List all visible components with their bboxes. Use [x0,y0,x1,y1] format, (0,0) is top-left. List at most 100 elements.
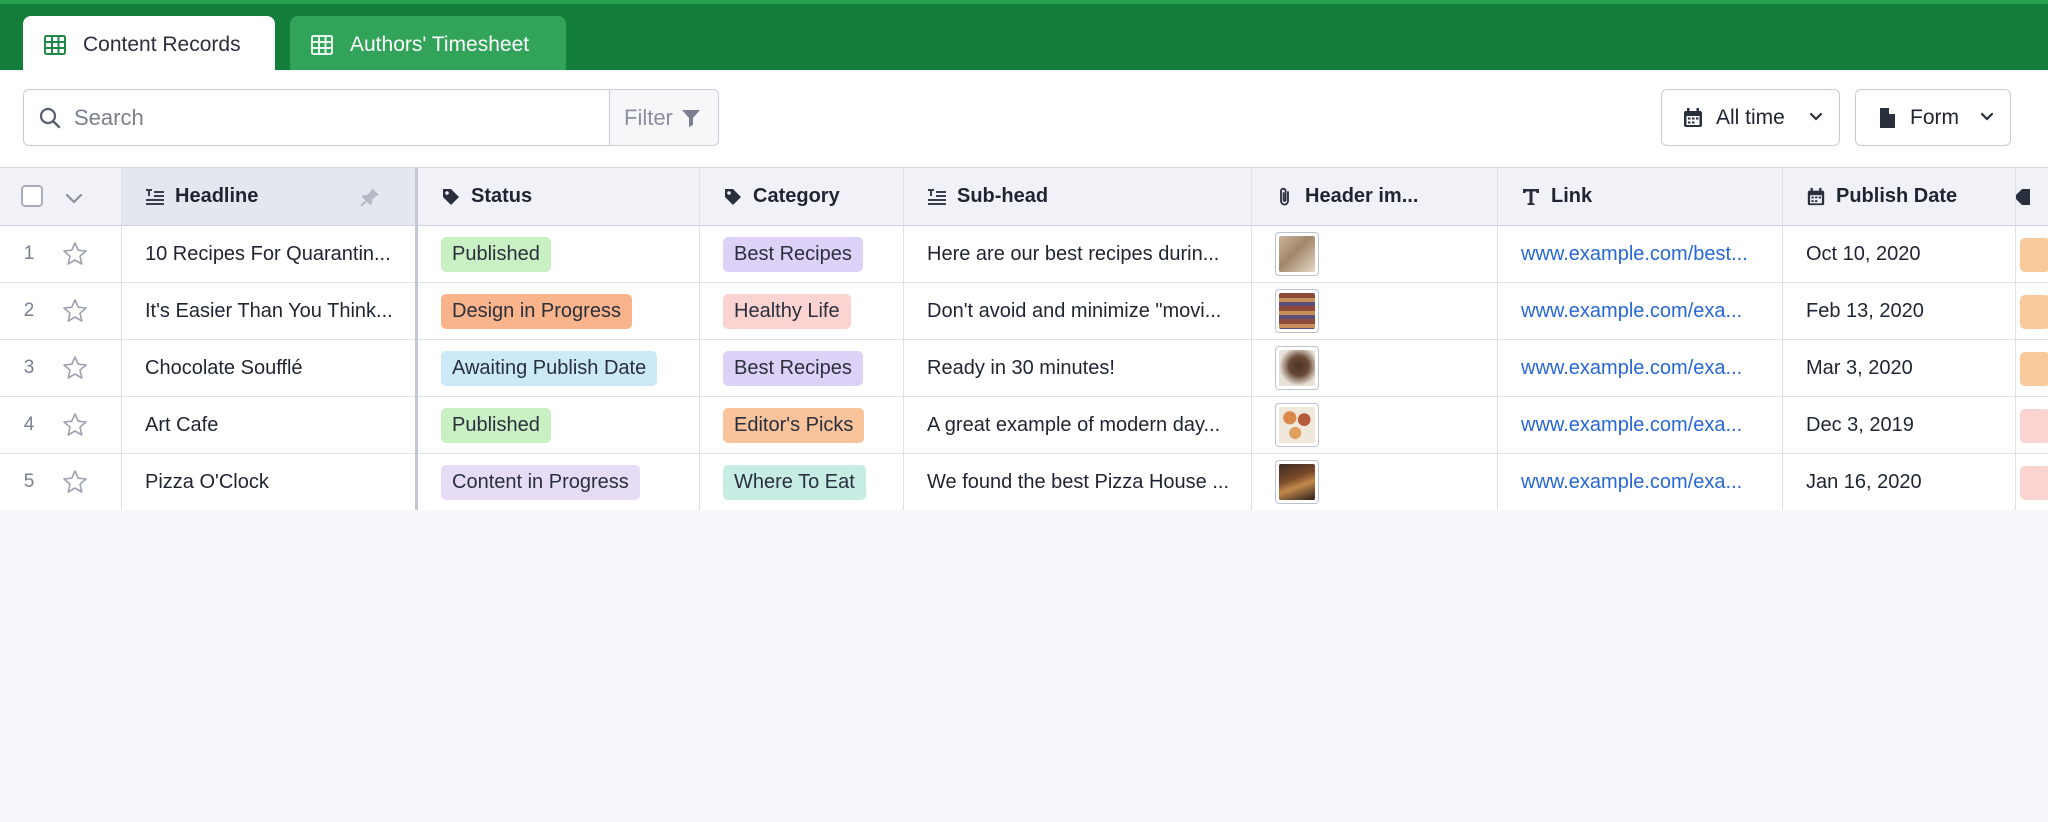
column-header-header-image[interactable]: Header im... [1252,168,1498,225]
table-icon [311,35,333,55]
status-cell[interactable]: Published [418,397,700,453]
subhead-cell[interactable]: Here are our best recipes durin... [904,226,1252,282]
status-cell[interactable]: Published [418,226,700,282]
text-type-icon [1523,188,1539,205]
header-image-cell[interactable] [1252,340,1498,396]
status-badge: Awaiting Publish Date [441,350,658,386]
subhead-cell[interactable]: We found the best Pizza House ... [904,454,1252,510]
category-badge: Editor's Picks [723,407,865,443]
category-cell[interactable]: Best Recipes [700,340,904,396]
calendar-icon [1684,107,1702,127]
toolbar: Filter All time Form [0,70,2048,167]
publish-date-cell[interactable]: Dec 3, 2019 [1783,397,2016,453]
select-all-checkbox[interactable] [21,185,43,207]
link-text[interactable]: www.example.com/exa... [1521,414,1760,437]
tab-content-records[interactable]: Content Records [23,16,275,74]
publish-date-cell[interactable]: Jan 16, 2020 [1783,454,2016,510]
star-icon[interactable] [62,355,88,381]
column-header-subhead[interactable]: Sub-head [904,168,1252,225]
status-badge: Design in Progress [441,293,632,329]
next-column-cell[interactable] [2016,226,2048,282]
form-label: Form [1910,105,1959,129]
status-cell[interactable]: Awaiting Publish Date [418,340,700,396]
row-select-cell: 4 [0,397,122,453]
column-header-link[interactable]: Link [1498,168,1783,225]
category-cell[interactable]: Editor's Picks [700,397,904,453]
category-cell[interactable]: Best Recipes [700,226,904,282]
status-cell[interactable]: Design in Progress [418,283,700,339]
star-icon[interactable] [62,298,88,324]
star-icon[interactable] [62,241,88,267]
subhead-cell[interactable]: A great example of modern day... [904,397,1252,453]
badge-edge [2020,238,2048,272]
column-header-category[interactable]: Category [700,168,904,225]
next-column-cell[interactable] [2016,340,2048,396]
filter-button[interactable]: Filter [609,89,719,146]
publish-date-cell[interactable]: Mar 3, 2020 [1783,340,2016,396]
headline-text: Pizza O'Clock [145,470,269,493]
next-column-cell[interactable] [2016,283,2048,339]
link-cell[interactable]: www.example.com/exa... [1498,340,1783,396]
header-image-cell[interactable] [1252,226,1498,282]
table-row[interactable]: 2 It's Easier Than You Think... Design i… [0,283,2048,340]
headline-cell[interactable]: Art Cafe [122,397,418,453]
header-image-cell[interactable] [1252,283,1498,339]
link-cell[interactable]: www.example.com/exa... [1498,454,1783,510]
link-text[interactable]: www.example.com/best... [1521,243,1766,266]
pinned-column-divider[interactable] [415,168,418,510]
column-header-headline[interactable]: Headline [122,168,418,225]
link-cell[interactable]: www.example.com/exa... [1498,283,1783,339]
calendar-icon [1807,187,1825,205]
table-row[interactable]: 1 10 Recipes For Quarantin... Published … [0,226,2048,283]
table-row[interactable]: 5 Pizza O'Clock Content in Progress Wher… [0,454,2048,510]
document-icon [1880,107,1895,128]
chevron-down-icon [1980,112,1994,121]
header-image-thumbnail[interactable] [1275,232,1319,276]
link-text[interactable]: www.example.com/exa... [1521,471,1760,494]
header-image-cell[interactable] [1252,454,1498,510]
publish-date-cell[interactable]: Oct 10, 2020 [1783,226,2016,282]
subhead-cell[interactable]: Don't avoid and minimize "movi... [904,283,1252,339]
form-dropdown[interactable]: Form [1855,89,2011,146]
header-image-thumbnail[interactable] [1275,460,1319,504]
subhead-cell[interactable]: Ready in 30 minutes! [904,340,1252,396]
headline-cell[interactable]: 10 Recipes For Quarantin... [122,226,418,282]
top-bar: Content Records Authors' Timesheet [0,0,2048,74]
star-icon[interactable] [62,412,88,438]
search-input[interactable] [74,104,609,131]
header-image-thumbnail[interactable] [1275,403,1319,447]
header-image-thumbnail[interactable] [1275,289,1319,333]
link-cell[interactable]: www.example.com/exa... [1498,397,1783,453]
headline-cell[interactable]: Chocolate Soufflé [122,340,418,396]
link-text[interactable]: www.example.com/exa... [1521,300,1760,323]
headline-text: It's Easier Than You Think... [145,299,393,322]
table-row[interactable]: 3 Chocolate Soufflé Awaiting Publish Dat… [0,340,2048,397]
chevron-down-icon[interactable] [64,188,84,208]
publish-date-text: Jan 16, 2020 [1806,470,1922,493]
category-cell[interactable]: Where To Eat [700,454,904,510]
category-cell[interactable]: Healthy Life [700,283,904,339]
column-header-status[interactable]: Status [418,168,700,225]
category-badge: Best Recipes [723,350,863,386]
header-image-cell[interactable] [1252,397,1498,453]
table-row[interactable]: 4 Art Cafe Published Editor's Picks A gr… [0,397,2048,454]
row-number: 5 [23,471,35,492]
tab-authors-timesheet[interactable]: Authors' Timesheet [290,16,566,74]
link-cell[interactable]: www.example.com/best... [1498,226,1783,282]
headline-cell[interactable]: Pizza O'Clock [122,454,418,510]
star-icon[interactable] [62,469,88,495]
time-range-dropdown[interactable]: All time [1661,89,1840,146]
header-image-thumbnail[interactable] [1275,346,1319,390]
select-all-cell [0,168,122,225]
column-header-next[interactable] [2016,168,2048,225]
publish-date-text: Mar 3, 2020 [1806,356,1913,379]
status-cell[interactable]: Content in Progress [418,454,700,510]
next-column-cell[interactable] [2016,454,2048,510]
next-column-cell[interactable] [2016,397,2048,453]
publish-date-cell[interactable]: Feb 13, 2020 [1783,283,2016,339]
column-label: Header im... [1305,185,1419,207]
link-text[interactable]: www.example.com/exa... [1521,357,1760,380]
headline-cell[interactable]: It's Easier Than You Think... [122,283,418,339]
column-header-publish-date[interactable]: Publish Date [1783,168,2016,225]
pin-icon[interactable] [359,186,381,208]
